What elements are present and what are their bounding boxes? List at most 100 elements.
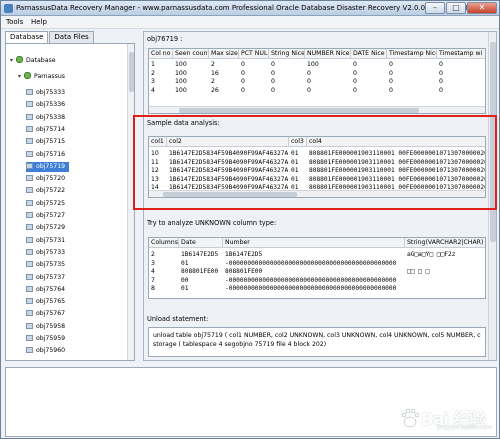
schema-icon bbox=[24, 72, 31, 79]
tree-item[interactable]: obj75715 bbox=[26, 137, 69, 147]
tree-item-label: obj75731 bbox=[36, 236, 66, 244]
table-cell: 1B6147E2D5 bbox=[181, 251, 219, 258]
table-cell: 100 bbox=[307, 61, 319, 68]
tree-item[interactable]: obj75333 bbox=[26, 88, 69, 98]
table-cell: 0 bbox=[389, 86, 393, 94]
tab-database[interactable]: Database bbox=[5, 31, 49, 43]
table-icon bbox=[26, 199, 33, 206]
table-cell: 2 bbox=[151, 251, 155, 258]
table-cell: 0 bbox=[389, 61, 393, 68]
tree-item[interactable]: obj75958 bbox=[26, 322, 69, 332]
table-cell: □□ □ □ bbox=[407, 268, 430, 275]
unload-line-2: storage ( tablespace 4 segobjno 75719 fi… bbox=[153, 341, 327, 348]
table-cell: 0 bbox=[353, 78, 357, 85]
table-cell: -000000000000000000000000000000000000000… bbox=[225, 276, 397, 284]
menu-tools[interactable]: Tools bbox=[6, 18, 23, 26]
table-icon bbox=[26, 261, 33, 268]
tree-item[interactable]: obj75961 bbox=[26, 359, 69, 360]
tree-item-label: obj75959 bbox=[36, 335, 66, 342]
table-cell: 0 bbox=[353, 69, 357, 77]
tree-item[interactable]: obj75735 bbox=[26, 260, 69, 270]
tree-item[interactable]: obj75338 bbox=[26, 113, 69, 123]
tree-item-label: obj75336 bbox=[36, 101, 66, 109]
table-cell: 0 bbox=[439, 69, 443, 77]
tree-scroll-thumb[interactable] bbox=[129, 52, 134, 92]
tree-item-label: obj75764 bbox=[36, 285, 66, 293]
unload-statement-text[interactable]: unload table obj75719 ( col1 NUMBER, col… bbox=[148, 327, 486, 357]
tree-item-label: obj75725 bbox=[36, 199, 66, 207]
tree-item[interactable]: obj75722 bbox=[26, 186, 69, 196]
table-cell: 0 bbox=[353, 61, 357, 68]
table-icon bbox=[26, 89, 33, 95]
column-header[interactable]: Timestamp wi bbox=[437, 49, 485, 59]
columns-hscroll-thumb[interactable] bbox=[179, 108, 419, 113]
table-cell: 0 bbox=[271, 86, 275, 94]
table-icon bbox=[26, 212, 33, 218]
tree-item[interactable]: obj75720 bbox=[26, 174, 69, 184]
table-cell: 26 bbox=[211, 86, 219, 94]
menu-help[interactable]: Help bbox=[31, 18, 47, 26]
table-cell bbox=[405, 260, 485, 268]
tree-schema[interactable]: ▾ Parnassus bbox=[18, 72, 65, 82]
tree-item[interactable]: obj75729 bbox=[26, 223, 69, 233]
column-header[interactable]: Number bbox=[223, 238, 405, 248]
column-header[interactable]: PCT NUL bbox=[239, 49, 269, 59]
table-cell bbox=[405, 277, 485, 285]
table-cell: 2 bbox=[211, 78, 215, 85]
object-label: obj76719 : bbox=[147, 35, 183, 43]
tree-item[interactable]: obj75733 bbox=[26, 248, 69, 258]
tree-item[interactable]: obj75714 bbox=[26, 125, 69, 135]
columns-hscroll[interactable] bbox=[149, 106, 485, 113]
tree-item-label: obj75715 bbox=[36, 138, 66, 146]
tree-item[interactable]: obj75727 bbox=[26, 211, 69, 221]
table-icon bbox=[26, 322, 33, 329]
table-icon bbox=[26, 162, 33, 169]
tree-item[interactable]: obj75336 bbox=[26, 100, 69, 110]
tree-item[interactable]: obj75731 bbox=[26, 236, 69, 246]
table-cell: 0 bbox=[241, 78, 245, 85]
column-header[interactable]: DATE Nice bbox=[351, 49, 387, 59]
table-cell: 100 bbox=[175, 69, 187, 77]
close-button[interactable]: ✕ bbox=[467, 2, 497, 14]
tab-data-files[interactable]: Data Files bbox=[49, 31, 94, 43]
table-cell: 3 bbox=[151, 259, 155, 267]
table-cell: 00 bbox=[181, 276, 189, 284]
tree-item[interactable]: obj75960 bbox=[26, 346, 69, 356]
table-cell: 0 bbox=[439, 61, 443, 68]
table-icon bbox=[26, 310, 33, 317]
tree-item[interactable]: obj75765 bbox=[26, 297, 69, 307]
tree-item[interactable]: obj75767 bbox=[26, 309, 69, 319]
table-icon bbox=[26, 175, 33, 182]
table-icon bbox=[26, 236, 33, 243]
table-cell: 8 bbox=[151, 285, 155, 292]
maximize-button[interactable]: □ bbox=[446, 2, 466, 14]
tree-item[interactable]: obj75716 bbox=[26, 150, 69, 160]
column-header[interactable]: NUMBER Nice bbox=[305, 49, 351, 59]
table-icon bbox=[26, 248, 33, 255]
tree-item[interactable]: obj75719 bbox=[26, 161, 70, 172]
tree-root[interactable]: ▾ Database bbox=[10, 56, 56, 66]
tree-item[interactable]: obj75725 bbox=[26, 199, 69, 209]
tree-item[interactable]: obj75737 bbox=[26, 273, 69, 283]
column-header[interactable]: Col no bbox=[149, 49, 173, 59]
column-header[interactable]: Date bbox=[179, 238, 223, 248]
column-header[interactable]: Timestamp Nice bbox=[387, 49, 437, 59]
column-header[interactable]: Max size bbox=[209, 49, 239, 59]
table-cell: 01 bbox=[181, 259, 189, 267]
left-pane: Database Data Files ▾ Database ▾ Parnassus… bbox=[5, 31, 135, 361]
paw-icon bbox=[401, 408, 419, 428]
tree-item[interactable]: obj75764 bbox=[26, 285, 69, 295]
table-cell: 0 bbox=[241, 61, 245, 68]
column-header[interactable]: String Nice bbox=[269, 49, 305, 59]
watermark: Bai 经验 jingyan.baidu.com bbox=[401, 405, 497, 435]
unknown-table: Columns Date Number String(VARCHAR2|CHAR) 2… bbox=[148, 237, 486, 299]
table-cell: aG□a□Y□ □□F2z bbox=[407, 251, 456, 258]
table-cell: 1 bbox=[151, 61, 155, 68]
minimize-button[interactable]: – bbox=[425, 2, 445, 14]
table-cell: -000000000000000000000000000000000000000… bbox=[225, 259, 397, 267]
column-header[interactable]: Seen count bbox=[173, 49, 209, 59]
column-header[interactable]: Columns bbox=[149, 238, 179, 248]
tree-item[interactable]: obj75959 bbox=[26, 334, 69, 344]
tree-item-label: obj75960 bbox=[36, 347, 66, 355]
column-header[interactable]: String(VARCHAR2|CHAR) bbox=[405, 238, 485, 248]
